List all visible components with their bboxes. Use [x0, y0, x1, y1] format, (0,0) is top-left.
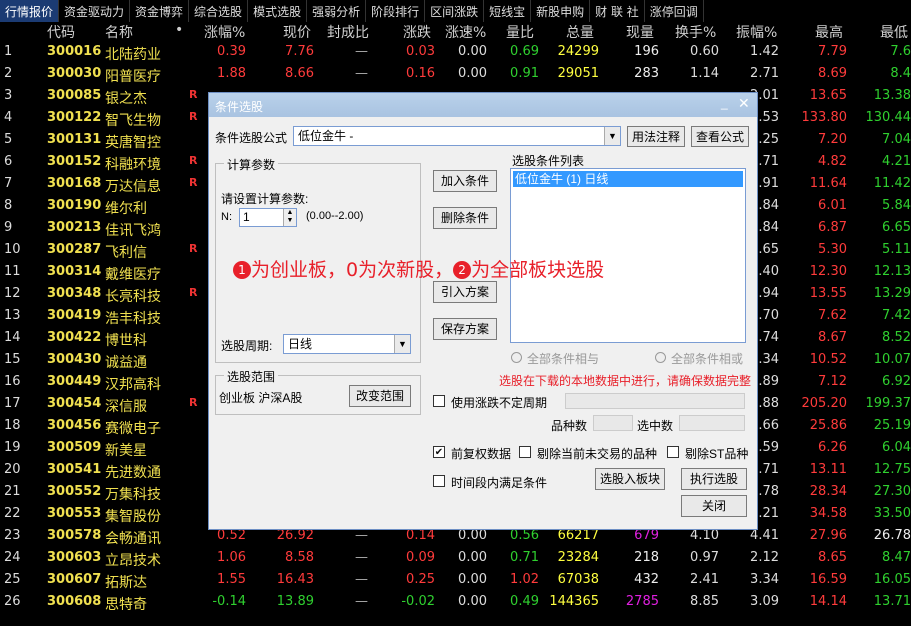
annotation-text-2: 为全部板块选股: [471, 259, 605, 281]
chevron-down-icon: ▼: [394, 335, 410, 353]
radio-and[interactable]: [511, 352, 522, 363]
n-value: 1: [243, 210, 250, 224]
condition-list-item[interactable]: 低位金牛 (1) 日线: [513, 171, 743, 187]
range-value: 创业板 沪深A股: [219, 391, 303, 405]
add-condition-button[interactable]: 加入条件: [433, 170, 497, 192]
close-icon[interactable]: ✕: [738, 95, 752, 111]
time-range-label: 时间段内满足条件: [451, 476, 548, 490]
annotation-text-1: 为创业板，0为次新股，: [251, 259, 454, 281]
period-label: 选股周期:: [221, 339, 273, 353]
save-scheme-button[interactable]: 保存方案: [433, 318, 497, 340]
exclude-st-label: 剔除ST品种: [685, 447, 749, 461]
chevron-down-icon: ▼: [604, 127, 620, 145]
n-stepper[interactable]: 1 ▲ ▼: [239, 208, 297, 227]
indef-period-field[interactable]: [565, 393, 745, 409]
radio-and-label: 全部条件相与: [527, 352, 600, 366]
calc-group-title: 计算参数: [224, 156, 279, 173]
n-range: (0.00--2.00): [306, 210, 364, 222]
selected-field: [679, 415, 745, 431]
n-label: N:: [221, 211, 232, 223]
period-select[interactable]: 日线 ▼: [283, 334, 411, 354]
minimize-icon[interactable]: _: [721, 96, 735, 110]
data-warning: 选股在下载的本地数据中进行，请确保数据完整: [499, 374, 752, 388]
to-board-button[interactable]: 选股入板块: [595, 468, 665, 490]
pre-adjust-label: 前复权数据: [451, 447, 512, 461]
dialog-titlebar[interactable]: 条件选股 _ ✕: [209, 93, 757, 117]
count-field: [593, 415, 633, 431]
view-formula-button[interactable]: 查看公式: [691, 126, 749, 147]
execute-button[interactable]: 执行选股: [681, 468, 747, 490]
close-button[interactable]: 关闭: [681, 495, 747, 517]
period-value: 日线: [288, 337, 313, 351]
use-indef-label: 使用涨跌不定周期: [451, 396, 548, 410]
formula-select[interactable]: 低位金牛 - ▼: [293, 126, 621, 146]
exclude-st-checkbox[interactable]: [667, 446, 679, 458]
import-scheme-button[interactable]: 引入方案: [433, 281, 497, 303]
radio-or[interactable]: [655, 352, 666, 363]
use-indef-checkbox[interactable]: [433, 395, 445, 407]
usage-button[interactable]: 用法注释: [627, 126, 685, 147]
annotation-number-2: 2: [453, 261, 472, 279]
selected-label: 选中数: [637, 419, 674, 433]
radio-or-label: 全部条件相或: [671, 352, 744, 366]
range-group-title: 选股范围: [224, 368, 279, 385]
annotation-text: 1 为创业板，0为次新股， 2 为全部板块选股: [233, 255, 604, 282]
exclude-untraded-checkbox[interactable]: [519, 446, 531, 458]
formula-value: 低位金牛 -: [298, 129, 354, 143]
time-range-checkbox[interactable]: [433, 475, 445, 487]
count-label: 品种数: [551, 419, 588, 433]
condition-select-dialog: 条件选股 _ ✕ 条件选股公式 低位金牛 - ▼ 用法注释 查看公式 计算参数 …: [208, 92, 758, 530]
change-range-button[interactable]: 改变范围: [349, 385, 411, 407]
exclude-untraded-label: 剔除当前未交易的品种: [537, 447, 658, 461]
spin-icon[interactable]: ▲ ▼: [283, 209, 296, 226]
calc-prompt: 请设置计算参数:: [221, 192, 309, 206]
delete-condition-button[interactable]: 删除条件: [433, 207, 497, 229]
pre-adjust-checkbox[interactable]: ✔: [433, 446, 445, 458]
dialog-title: 条件选股: [215, 100, 264, 114]
annotation-number-1: 1: [233, 261, 251, 279]
formula-label: 条件选股公式: [215, 131, 288, 145]
condition-list-title: 选股条件列表: [512, 154, 585, 168]
